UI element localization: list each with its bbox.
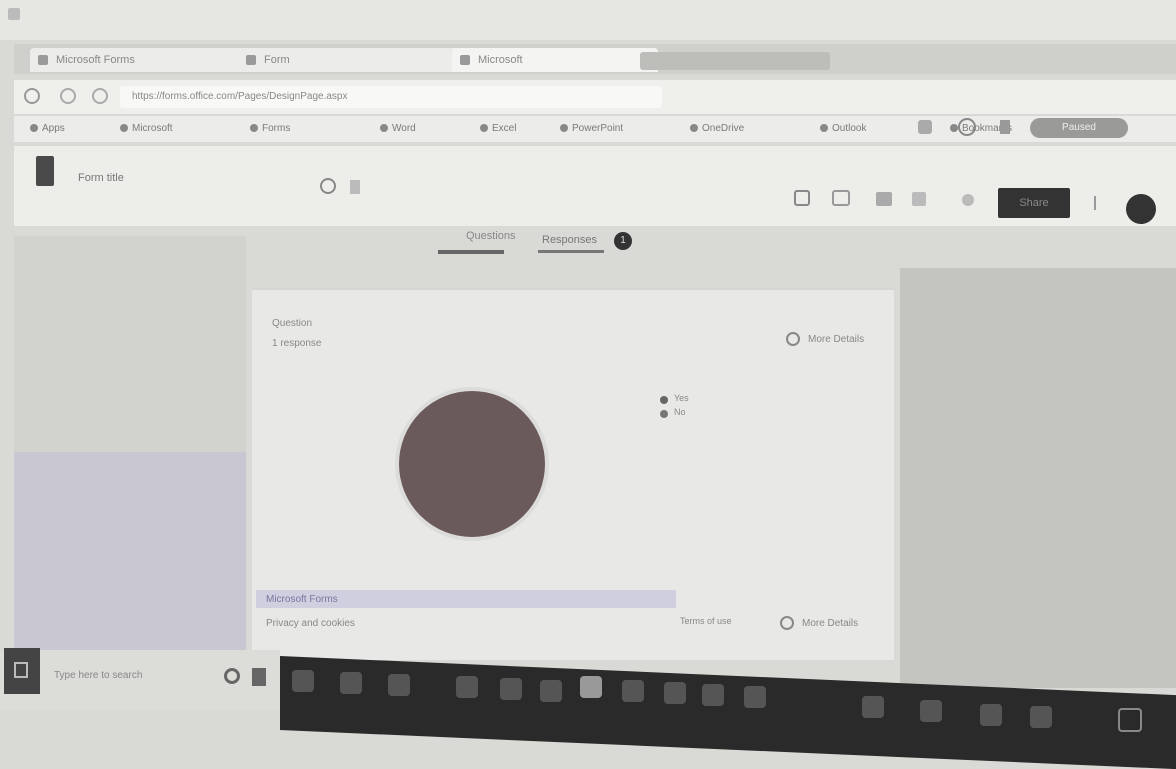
taskbar-tray-icon[interactable] <box>862 696 884 718</box>
tab-label: Form <box>264 54 290 66</box>
left-panel-lower <box>14 452 246 652</box>
tab-underline <box>438 250 504 254</box>
avatar[interactable] <box>1126 194 1156 224</box>
taskbar-app-icon[interactable] <box>580 676 602 698</box>
bookmark-label: Microsoft <box>132 123 173 134</box>
tab-favicon-icon <box>460 55 470 65</box>
bookmark-label: Outlook <box>832 123 867 134</box>
star-icon[interactable] <box>918 120 932 134</box>
taskbar-app-icon[interactable] <box>456 676 478 698</box>
bookmark-icon <box>820 124 828 133</box>
bookmark-icon <box>950 124 958 133</box>
forms-logo-icon <box>36 156 54 186</box>
info-icon[interactable] <box>780 616 794 630</box>
footer-right-text: Terms of use <box>680 616 732 626</box>
window-title-bar <box>0 0 1176 40</box>
bookmark-word[interactable]: Word <box>380 120 416 138</box>
extensions-icon[interactable] <box>958 118 976 136</box>
taskbar-app-icon[interactable] <box>292 670 314 692</box>
bookmark-label: OneDrive <box>702 123 745 134</box>
browser-tab-2[interactable]: Form <box>238 48 464 72</box>
taskbar-app-icon[interactable] <box>388 674 410 696</box>
more-options-icon[interactable] <box>962 194 974 206</box>
back-icon[interactable] <box>24 88 40 104</box>
taskbar-app-icon[interactable] <box>340 672 362 694</box>
tab-favicon-icon <box>246 55 256 65</box>
undo-icon[interactable] <box>912 192 926 206</box>
footer-subtext: Privacy and cookies <box>266 618 355 629</box>
bookmark-label: Excel <box>492 123 517 134</box>
legend-swatch-yes <box>660 396 668 404</box>
profile-icon[interactable] <box>1000 120 1010 134</box>
legend-label-no: No <box>674 407 686 417</box>
legend-label-yes: Yes <box>674 393 689 403</box>
reload-icon[interactable] <box>92 88 108 104</box>
address-bar[interactable]: https://forms.office.com/Pages/DesignPag… <box>120 86 662 108</box>
cortana-icon[interactable] <box>224 668 240 684</box>
tab-favicon-icon <box>38 55 48 65</box>
more-icon[interactable] <box>350 180 360 194</box>
bookmark-label: Forms <box>262 123 291 134</box>
bookmark-icon <box>250 124 258 133</box>
bookmark-icon <box>480 124 488 133</box>
apps-icon <box>30 124 38 133</box>
taskbar-tray-icon[interactable] <box>980 704 1002 726</box>
bookmark-label: PowerPoint <box>572 123 624 134</box>
browser-tab-1[interactable]: Microsoft Forms <box>30 48 256 72</box>
taskbar-app-icon[interactable] <box>500 678 522 700</box>
taskbar-tray-icon[interactable] <box>920 700 942 722</box>
taskbar-app-icon[interactable] <box>744 686 766 708</box>
browser-tab-3[interactable]: Microsoft <box>452 48 658 72</box>
bookmark-excel[interactable]: Excel <box>480 120 516 138</box>
bookmark-forms[interactable]: Forms <box>250 120 290 138</box>
bookmark-outlook[interactable]: Outlook <box>820 120 866 138</box>
tab-underline-responses <box>538 250 604 253</box>
taskbar-tray-icon[interactable] <box>1030 706 1052 728</box>
preview-icon[interactable] <box>794 190 810 206</box>
window-icon <box>8 8 20 20</box>
share-button[interactable]: Share <box>998 188 1070 218</box>
tab-questions[interactable]: Questions <box>466 230 516 242</box>
taskbar-app-icon[interactable] <box>540 680 562 702</box>
more-details-link[interactable]: More Details <box>808 334 864 345</box>
bookmark-onedrive[interactable]: OneDrive <box>690 120 744 138</box>
bookmark-icon <box>560 124 568 133</box>
bookmark-powerpoint[interactable]: PowerPoint <box>560 120 623 138</box>
taskbar-app-icon[interactable] <box>702 684 724 706</box>
tab-label: Microsoft <box>478 54 523 66</box>
info-icon[interactable] <box>786 332 800 346</box>
pie-slice-yes <box>395 387 549 541</box>
notifications-icon[interactable] <box>1118 708 1142 732</box>
taskbar-app-icon[interactable] <box>622 680 644 702</box>
taskbar-app-icon[interactable] <box>664 682 686 704</box>
form-title[interactable]: Form title <box>78 172 308 184</box>
bookmark-label: Word <box>392 123 416 134</box>
profile-badge[interactable]: Paused <box>1030 118 1128 138</box>
forward-icon[interactable] <box>60 88 76 104</box>
bookmark-apps[interactable]: Apps <box>30 120 65 138</box>
bookmark-icon <box>120 124 128 133</box>
theme-icon[interactable] <box>832 190 850 206</box>
bookmark-microsoft[interactable]: Microsoft <box>120 120 173 138</box>
tab-responses[interactable]: Responses <box>542 234 597 246</box>
bookmark-icon <box>690 124 698 133</box>
collaborate-icon[interactable] <box>876 192 892 206</box>
taskbar-search[interactable]: Type here to search <box>54 670 204 681</box>
question-title: Question <box>272 318 313 329</box>
windows-icon <box>14 662 28 678</box>
response-count-badge: 1 <box>614 232 632 250</box>
footer-more-details[interactable]: More Details <box>802 618 858 629</box>
right-panel <box>900 268 1176 688</box>
footer-link[interactable]: Microsoft Forms <box>266 594 338 605</box>
pie-chart <box>395 387 549 541</box>
new-tab-button[interactable] <box>640 52 830 70</box>
question-subtitle: 1 response <box>272 338 322 349</box>
bookmark-label: Apps <box>42 123 65 134</box>
divider <box>1094 196 1096 210</box>
legend-swatch-no <box>660 410 668 418</box>
bookmark-icon <box>380 124 388 133</box>
settings-gear-icon[interactable] <box>320 178 336 194</box>
tab-label: Microsoft Forms <box>56 54 135 66</box>
task-view-icon[interactable] <box>252 668 266 686</box>
